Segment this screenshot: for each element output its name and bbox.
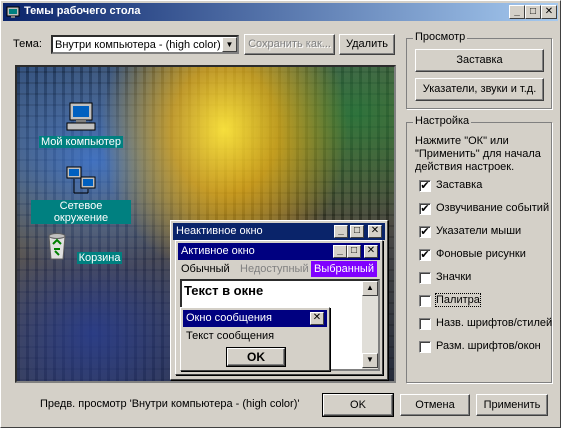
- settings-hint-line-1: Нажмите "ОК" или: [415, 135, 509, 147]
- message-text: Текст сообщения: [186, 330, 275, 342]
- checkbox-label: Значки: [436, 271, 472, 283]
- save-as-button[interactable]: Сохранить как...: [244, 34, 335, 55]
- checkbox-label: Назв. шрифтов/стилей: [436, 317, 553, 329]
- menu-normal: Обычный: [181, 263, 230, 275]
- checkbox-label: Заставка: [436, 179, 483, 191]
- close-icon: ✕: [368, 225, 382, 238]
- checkbox-box[interactable]: ✔: [419, 180, 431, 192]
- maximize-button[interactable]: □: [525, 5, 541, 19]
- maximize-icon: □: [347, 245, 361, 258]
- network-icon: [66, 166, 96, 194]
- checkbox-box[interactable]: [419, 272, 431, 284]
- apply-button[interactable]: Применить: [476, 394, 548, 416]
- desktop-icon-label: Сетевое окружение: [31, 200, 131, 224]
- menu-disabled: Недоступный: [240, 263, 309, 275]
- settings-hint-line-2: "Применить" для начала: [415, 148, 541, 160]
- inactive-window-titlebar: Неактивное окно _ □ ✕: [173, 223, 385, 240]
- ok-button[interactable]: OK: [322, 393, 394, 417]
- themes-app-icon: [6, 6, 20, 18]
- checkbox-box[interactable]: [419, 341, 431, 353]
- screensaver-preview-button[interactable]: Заставка: [415, 49, 544, 72]
- active-window-titlebar: Активное окно _ □ ✕: [178, 243, 380, 260]
- checkbox-label: Озвучивание событий: [436, 202, 550, 214]
- checkbox-label: Разм. шрифтов/окон: [436, 340, 541, 352]
- inactive-window-title: Неактивное окно: [176, 225, 263, 237]
- computer-icon: [66, 102, 96, 131]
- preview-group-legend: Просмотр: [413, 31, 468, 43]
- close-button[interactable]: ✕: [541, 5, 557, 19]
- chevron-down-icon[interactable]: ▼: [222, 37, 237, 52]
- theme-select-value: Внутри компьютера - (high color): [55, 39, 221, 51]
- checkbox-label: Указатели мыши: [436, 225, 522, 237]
- checkbox-box[interactable]: [419, 295, 431, 307]
- active-window-title: Активное окно: [181, 245, 255, 257]
- themes-dialog: Темы рабочего стола _ □ ✕ Тема: Внутри к…: [0, 0, 561, 428]
- cancel-button[interactable]: Отмена: [400, 394, 470, 416]
- recycle-bin-icon: [47, 233, 66, 260]
- desktop-icon-my-computer[interactable]: Мой компьютер: [31, 101, 131, 148]
- desktop-icon-recycle-bin[interactable]: Корзина: [31, 229, 131, 264]
- checkbox-box[interactable]: ✔: [419, 249, 431, 261]
- checkbox-label: Палитра: [435, 293, 481, 307]
- checkbox-box[interactable]: ✔: [419, 226, 431, 238]
- minimize-button[interactable]: _: [509, 5, 525, 19]
- menu-selected: Выбранный: [311, 261, 377, 277]
- message-ok-button: OK: [226, 347, 286, 367]
- minimize-icon: _: [333, 245, 347, 258]
- settings-group-legend: Настройка: [413, 115, 472, 127]
- window-title: Темы рабочего стола: [24, 5, 141, 17]
- pointers-sounds-preview-button[interactable]: Указатели, звуки и т.д.: [415, 78, 544, 101]
- message-box-sample: Окно сообщения ✕ Текст сообщения OK: [180, 307, 330, 371]
- scroll-up-icon: ▲: [362, 281, 378, 296]
- theme-preview: Мой компьютер Сетевое окружение Корзина: [15, 65, 396, 383]
- desktop-icon-label: Мой компьютер: [38, 136, 124, 148]
- message-box-titlebar: Окно сообщения ✕: [183, 310, 327, 327]
- close-icon: ✕: [310, 312, 324, 325]
- theme-select[interactable]: Внутри компьютера - (high color) ▼: [51, 35, 239, 54]
- minimize-icon: _: [334, 225, 348, 238]
- checkbox-box[interactable]: [419, 318, 431, 330]
- close-icon: ✕: [364, 245, 378, 258]
- preview-status-text: Предв. просмотр 'Внутри компьютера - (hi…: [40, 398, 300, 410]
- desktop-icon-network[interactable]: Сетевое окружение: [31, 165, 131, 224]
- scrollbar: ▲ ▼: [362, 281, 378, 369]
- settings-hint-line-3: действия настроек.: [415, 161, 515, 173]
- checkbox-box[interactable]: ✔: [419, 203, 431, 215]
- checkbox-label: Фоновые рисунки: [436, 248, 526, 260]
- scroll-down-icon: ▼: [362, 353, 378, 368]
- title-bar[interactable]: Темы рабочего стола _ □ ✕: [3, 3, 558, 21]
- message-box-title: Окно сообщения: [186, 312, 272, 324]
- window-text: Текст в окне: [184, 283, 264, 298]
- delete-button[interactable]: Удалить: [339, 34, 395, 55]
- maximize-icon: □: [350, 225, 364, 238]
- theme-label: Тема:: [13, 38, 42, 50]
- desktop-icon-label: Корзина: [76, 252, 123, 264]
